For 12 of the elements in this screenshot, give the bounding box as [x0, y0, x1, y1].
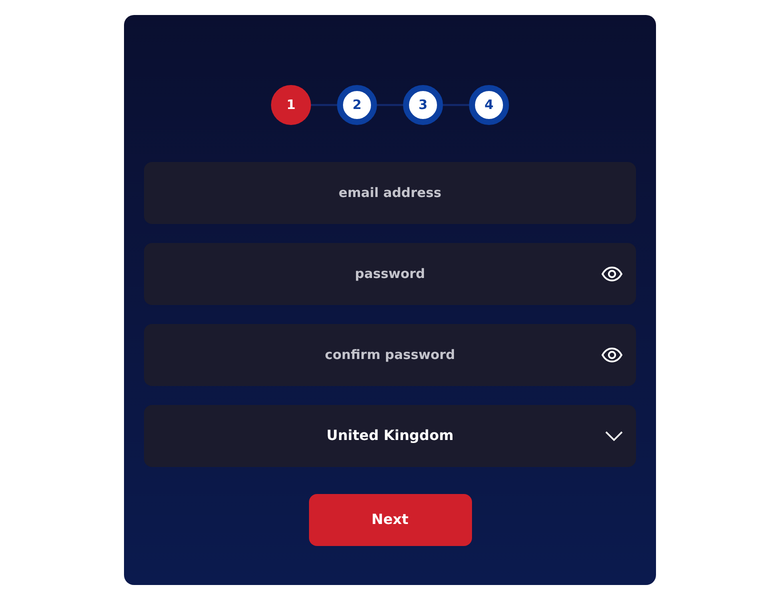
- eye-icon[interactable]: [601, 266, 623, 282]
- email-field[interactable]: email address: [144, 162, 636, 224]
- eye-icon[interactable]: [601, 347, 623, 363]
- chevron-down-icon: [605, 431, 623, 441]
- password-field[interactable]: password: [144, 243, 636, 305]
- step-indicator: 4: [469, 85, 509, 125]
- step-indicator: 3: [403, 85, 443, 125]
- next-button[interactable]: Next: [308, 494, 472, 546]
- step-indicator: 1: [271, 85, 311, 125]
- step-indicator: 2: [337, 85, 377, 125]
- country-select[interactable]: United Kingdom: [144, 405, 636, 467]
- password-field[interactable]: confirm password: [144, 324, 636, 386]
